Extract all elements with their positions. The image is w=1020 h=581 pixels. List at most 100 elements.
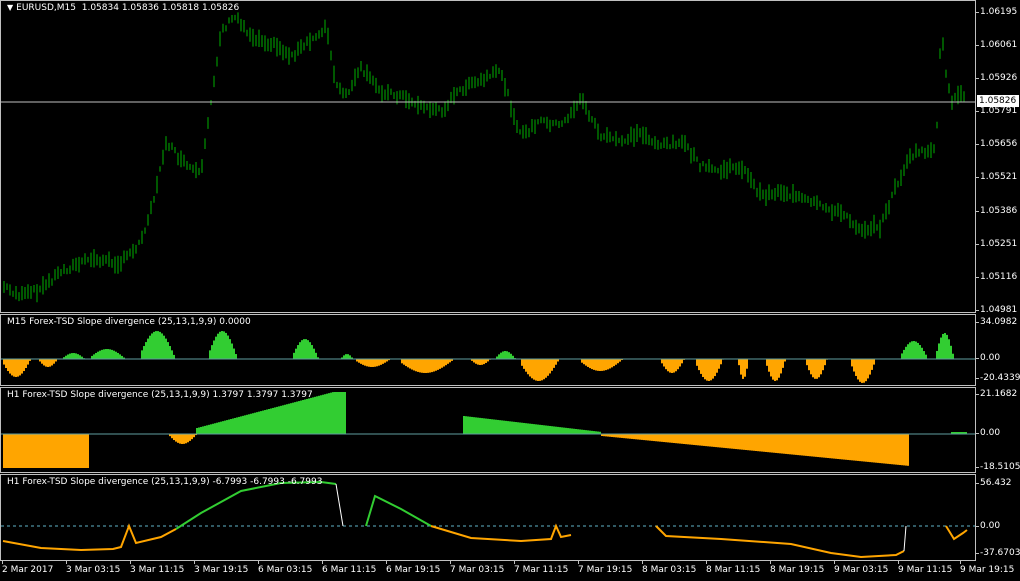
histogram-bar: [952, 353, 954, 359]
indicator3-scale[interactable]: 56.432 0.00 -37.6703: [975, 474, 1020, 561]
histogram-bar: [831, 434, 833, 459]
histogram-bar: [167, 342, 169, 359]
indicator1-pane[interactable]: M15 Forex-TSD Slope divergence (25,13,1,…: [0, 314, 976, 386]
histogram-bar: [210, 424, 212, 434]
histogram-bar: [409, 359, 411, 369]
histogram-bar: [851, 434, 853, 461]
histogram-bar: [119, 354, 121, 359]
histogram-bar: [739, 434, 741, 450]
histogram-bar: [225, 332, 227, 359]
histogram-bar: [330, 392, 332, 434]
histogram-bar: [657, 434, 659, 442]
price-scale[interactable]: 1.06195 1.06061 1.05926 1.05791 1.05656 …: [975, 0, 1020, 315]
histogram-bar: [581, 429, 583, 434]
histogram-bar: [223, 331, 225, 359]
histogram-bar: [703, 434, 705, 446]
histogram-bar: [921, 347, 923, 359]
histogram-bar: [873, 434, 875, 463]
histogram-bar: [510, 353, 512, 359]
histogram-bar: [816, 359, 818, 379]
histogram-bar: [647, 434, 649, 441]
histogram-bar: [242, 415, 244, 434]
histogram-bar: [629, 434, 631, 439]
histogram-bar: [901, 434, 903, 466]
histogram-bar: [529, 423, 531, 434]
histogram-bar: [79, 434, 81, 468]
histogram-bar: [33, 434, 35, 468]
histogram-bar: [374, 359, 376, 367]
histogram-bar: [555, 426, 557, 434]
histogram-bar: [427, 359, 429, 373]
histogram-bar: [833, 434, 835, 459]
indicator3-tick-zero: 0.00: [975, 521, 1001, 531]
histogram-bar: [413, 359, 415, 371]
histogram-bar: [619, 434, 621, 438]
histogram-bar: [603, 359, 605, 371]
histogram-bar: [378, 359, 380, 366]
time-axis[interactable]: 2 Mar 2017 3 Mar 03:15 3 Mar 11:15 3 Mar…: [0, 561, 1014, 581]
histogram-bar: [513, 421, 515, 434]
histogram-bar: [506, 351, 508, 359]
histogram-bar: [521, 422, 523, 434]
histogram-bar: [256, 412, 258, 434]
indicator1-scale[interactable]: 34.0982 0.00 -20.4339: [975, 314, 1020, 386]
main-chart-pane[interactable]: ▼ EURUSD,M15 1.05834 1.05836 1.05818 1.05…: [0, 0, 976, 313]
histogram-bar: [429, 359, 431, 373]
histogram-bar: [411, 359, 413, 370]
histogram-bar: [675, 434, 677, 444]
histogram-bar: [793, 434, 795, 455]
histogram-bar: [837, 434, 839, 459]
histogram-bar: [720, 359, 722, 365]
histogram-bar: [313, 348, 315, 359]
histogram-bar: [55, 434, 57, 468]
histogram-bar: [865, 434, 867, 462]
histogram-bar: [31, 434, 33, 468]
histogram-bar: [47, 434, 49, 468]
price-tick: 1.05926: [975, 73, 1018, 83]
histogram-bar: [710, 359, 712, 381]
histogram-bar: [485, 418, 487, 434]
triangle-down-icon[interactable]: ▼: [7, 3, 13, 12]
histogram-bar: [817, 434, 819, 458]
indicator2-pane[interactable]: H1 Forex-TSD Slope divergence (25,13,1,9…: [0, 387, 976, 473]
histogram-bar: [609, 359, 611, 369]
histogram-bar: [11, 359, 13, 376]
histogram-bar: [607, 359, 609, 370]
histogram-bar: [27, 359, 29, 365]
histogram-bar: [763, 434, 765, 452]
histogram-bar: [336, 392, 338, 434]
histogram-bar: [537, 424, 539, 434]
histogram-bar: [936, 350, 938, 359]
histogram-bar: [689, 434, 691, 445]
histogram-bar: [787, 434, 789, 455]
histogram-bar: [224, 420, 226, 434]
histogram-bar: [901, 353, 903, 359]
histogram-bar: [222, 421, 224, 434]
histogram-bar: [19, 434, 21, 468]
histogram-bar: [81, 434, 83, 468]
indicator2-scale[interactable]: 21.1682 0.00 -18.5105: [975, 387, 1020, 473]
histogram-bar: [541, 359, 543, 381]
histogram-bar: [781, 434, 783, 454]
histogram-bar: [677, 359, 679, 370]
histogram-bar: [807, 434, 809, 457]
indicator3-pane[interactable]: H1 Forex-TSD Slope divergence (25,13,1,9…: [0, 474, 976, 561]
histogram-bar: [171, 434, 173, 439]
histogram-bar: [755, 434, 757, 451]
histogram-bar: [897, 434, 899, 465]
histogram-bar: [370, 359, 372, 367]
histogram-bar: [165, 338, 167, 359]
histogram-bar: [729, 434, 731, 449]
histogram-bar: [917, 342, 919, 359]
price-tick: 1.05116: [975, 272, 1018, 282]
histogram-bar: [577, 429, 579, 434]
histogram-bar: [306, 398, 308, 434]
histogram-bar: [202, 426, 204, 434]
histogram-bar: [477, 417, 479, 434]
histogram-bar: [177, 434, 179, 443]
histogram-bar: [905, 346, 907, 359]
histogram-bar: [613, 359, 615, 367]
histogram-bar: [679, 359, 681, 367]
histogram-bar: [161, 333, 163, 359]
histogram-bar: [591, 359, 593, 370]
